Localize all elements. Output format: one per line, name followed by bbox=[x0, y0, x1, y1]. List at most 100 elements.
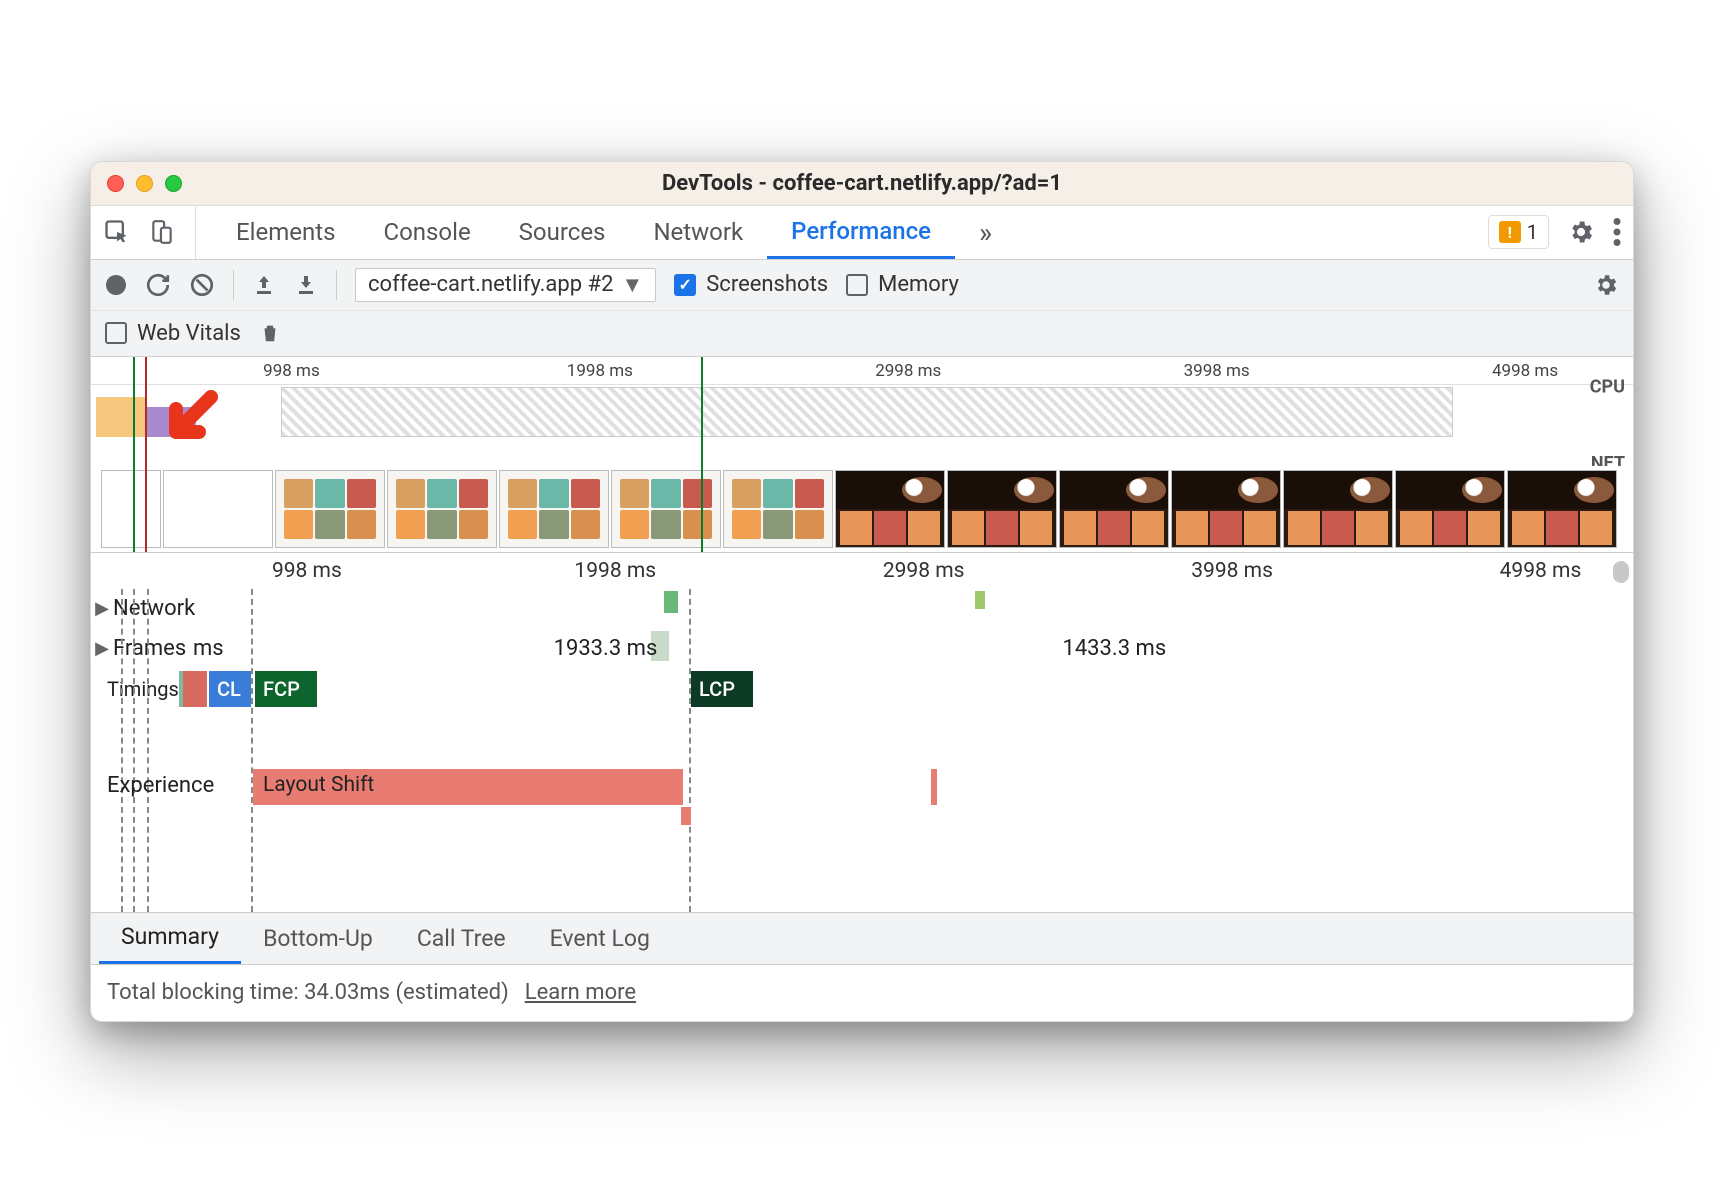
timeline-guide bbox=[251, 589, 253, 912]
layout-shift-event[interactable]: Layout Shift bbox=[253, 769, 683, 805]
filmstrip-frame[interactable] bbox=[1283, 470, 1393, 548]
track-label: Timings bbox=[107, 671, 179, 707]
web-vitals-checkbox[interactable]: Web Vitals bbox=[105, 321, 241, 346]
device-toolbar-icon[interactable] bbox=[149, 218, 175, 246]
overview-marker-green bbox=[133, 357, 135, 552]
ruler-tick: 4998 ms bbox=[1492, 361, 1558, 381]
ruler-tick: 998 ms bbox=[263, 361, 320, 381]
learn-more-link[interactable]: Learn more bbox=[525, 980, 636, 1005]
ruler-tick: 1998 ms bbox=[567, 361, 633, 381]
details-tabbar: Summary Bottom-Up Call Tree Event Log bbox=[91, 913, 1633, 965]
scrollbar-thumb[interactable] bbox=[1613, 561, 1629, 583]
cpu-activity-scripting bbox=[96, 397, 146, 437]
ruler-tick: 1998 ms bbox=[574, 559, 656, 583]
reload-record-button[interactable] bbox=[145, 272, 171, 298]
clear-button[interactable] bbox=[189, 272, 215, 298]
timeline-guide bbox=[147, 589, 149, 912]
warning-icon: ! bbox=[1499, 221, 1521, 243]
ruler-tick: 998 ms bbox=[272, 559, 342, 583]
filmstrip-frame[interactable] bbox=[1507, 470, 1617, 548]
record-button[interactable] bbox=[105, 274, 127, 296]
annotation-arrow-icon bbox=[161, 387, 221, 447]
tab-call-tree[interactable]: Call Tree bbox=[395, 913, 528, 964]
timeline-guide bbox=[121, 589, 123, 912]
filmstrip-frame[interactable] bbox=[1059, 470, 1169, 548]
collect-garbage-icon[interactable] bbox=[259, 320, 281, 346]
recording-name: coffee-cart.netlify.app #2 bbox=[368, 272, 613, 297]
close-window-button[interactable] bbox=[107, 175, 124, 192]
filmstrip[interactable] bbox=[91, 466, 1633, 552]
frame-duration: 1433.3 ms bbox=[1062, 636, 1166, 661]
checkbox-icon bbox=[105, 322, 127, 344]
track-label: Experience bbox=[107, 773, 214, 798]
filmstrip-frame[interactable] bbox=[101, 470, 161, 548]
tab-network[interactable]: Network bbox=[629, 206, 767, 259]
ruler-tick: 4998 ms bbox=[1500, 559, 1582, 583]
cpu-idle-region bbox=[281, 387, 1453, 437]
issues-count: 1 bbox=[1527, 220, 1538, 244]
ruler-tick: 2998 ms bbox=[875, 361, 941, 381]
filmstrip-frame[interactable] bbox=[835, 470, 945, 548]
filmstrip-frame[interactable] bbox=[163, 470, 273, 548]
more-icon[interactable] bbox=[1613, 218, 1621, 246]
window-controls bbox=[107, 175, 182, 192]
timings-track[interactable]: Timings CL FCP LCP bbox=[91, 669, 1633, 711]
screenshots-checkbox[interactable]: Screenshots bbox=[674, 272, 828, 297]
track-label: Network bbox=[113, 596, 195, 621]
filmstrip-frame[interactable] bbox=[499, 470, 609, 548]
devtools-tabbar: Elements Console Sources Network Perform… bbox=[91, 206, 1633, 260]
filmstrip-frame[interactable] bbox=[611, 470, 721, 548]
ruler-tick: 3998 ms bbox=[1191, 559, 1273, 583]
window-title: DevTools - coffee-cart.netlify.app/?ad=1 bbox=[91, 171, 1633, 196]
memory-label: Memory bbox=[878, 272, 959, 297]
tab-performance[interactable]: Performance bbox=[767, 206, 955, 259]
overview-marker-red bbox=[145, 357, 147, 552]
overview-panel[interactable]: 998 ms 1998 ms 2998 ms 3998 ms 4998 ms C… bbox=[91, 357, 1633, 553]
tab-event-log[interactable]: Event Log bbox=[528, 913, 672, 964]
capture-settings-icon[interactable] bbox=[1593, 272, 1619, 298]
issues-button[interactable]: ! 1 bbox=[1488, 215, 1549, 249]
network-track[interactable]: ▶ Network bbox=[91, 589, 1633, 629]
timeline-guide bbox=[689, 589, 691, 912]
save-profile-icon[interactable] bbox=[294, 273, 318, 297]
filmstrip-frame[interactable] bbox=[947, 470, 1057, 548]
fcp-marker[interactable]: FCP bbox=[255, 671, 317, 707]
experience-track[interactable]: Experience Layout Shift bbox=[91, 767, 1633, 809]
summary-panel: Total blocking time: 34.03ms (estimated)… bbox=[91, 965, 1633, 1021]
chevron-right-icon[interactable]: ▶ bbox=[91, 598, 113, 619]
chevron-down-icon: ▼ bbox=[621, 272, 643, 298]
zoom-window-button[interactable] bbox=[165, 175, 182, 192]
tab-console[interactable]: Console bbox=[359, 206, 494, 259]
overview-marker-green-2 bbox=[701, 357, 703, 552]
filmstrip-frame[interactable] bbox=[1171, 470, 1281, 548]
memory-checkbox[interactable]: Memory bbox=[846, 272, 959, 297]
layout-shift-event-small[interactable] bbox=[931, 769, 937, 805]
tab-elements[interactable]: Elements bbox=[212, 206, 359, 259]
filmstrip-frame[interactable] bbox=[387, 470, 497, 548]
titlebar: DevTools - coffee-cart.netlify.app/?ad=1 bbox=[91, 162, 1633, 206]
inspect-element-icon[interactable] bbox=[103, 218, 131, 246]
cpu-label: CPU bbox=[1590, 376, 1625, 397]
filmstrip-frame[interactable] bbox=[723, 470, 833, 548]
tab-bottom-up[interactable]: Bottom-Up bbox=[241, 913, 395, 964]
recording-select[interactable]: coffee-cart.netlify.app #2 ▼ bbox=[355, 268, 656, 302]
tab-overflow[interactable]: » bbox=[955, 206, 1016, 259]
web-vitals-label: Web Vitals bbox=[137, 321, 241, 346]
lcp-marker[interactable]: LCP bbox=[691, 671, 753, 707]
settings-icon[interactable] bbox=[1567, 218, 1595, 246]
filmstrip-frame[interactable] bbox=[1395, 470, 1505, 548]
track-label: Frames bbox=[113, 636, 186, 661]
tab-summary[interactable]: Summary bbox=[99, 913, 241, 964]
minimize-window-button[interactable] bbox=[136, 175, 153, 192]
load-profile-icon[interactable] bbox=[252, 273, 276, 297]
filmstrip-frame[interactable] bbox=[275, 470, 385, 548]
tab-sources[interactable]: Sources bbox=[495, 206, 630, 259]
frame-duration: 1933.3 ms bbox=[554, 636, 658, 661]
performance-toolbar: coffee-cart.netlify.app #2 ▼ Screenshots… bbox=[91, 260, 1633, 357]
cls-marker[interactable]: CL bbox=[209, 671, 251, 707]
chevron-right-icon[interactable]: ▶ bbox=[91, 638, 113, 659]
layout-shift-event-small[interactable] bbox=[681, 807, 691, 825]
checkbox-icon bbox=[846, 274, 868, 296]
flame-chart[interactable]: 998 ms 1998 ms 2998 ms 3998 ms 4998 ms ▶… bbox=[91, 553, 1633, 913]
frames-track[interactable]: ▶ Frames ms 1933.3 ms 1433.3 ms bbox=[91, 629, 1633, 669]
